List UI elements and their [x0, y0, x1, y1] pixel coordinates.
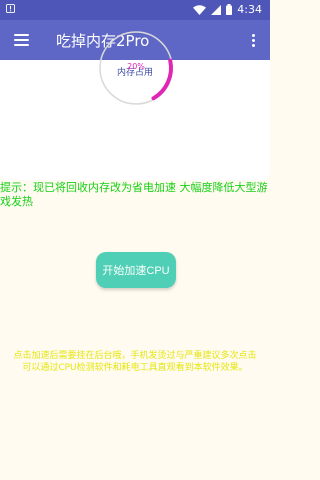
notice-line-1: 点击加速后需要挂在后台哦，手机发烫过与严重建议多次点击 [13, 351, 257, 361]
status-bar: 4:34 [0, 0, 270, 20]
memory-percent-label: 20% [127, 62, 145, 71]
notification-icons [5, 3, 15, 16]
notice-line-2: 可以通过CPU检测软件和耗电工具直观看到本软件效果。 [22, 363, 248, 373]
menu-icon[interactable] [10, 29, 32, 51]
more-options-icon[interactable] [246, 30, 260, 50]
notice-text: 点击加速后需要挂在后台哦，手机发烫过与严重建议多次点击 可以通过CPU检测软件和… [0, 350, 270, 374]
battery-icon [226, 4, 233, 15]
status-icons: 4:34 [193, 3, 262, 16]
signal-icon [211, 4, 222, 15]
wifi-icon [193, 4, 207, 15]
notification-warning-icon [5, 3, 15, 13]
start-accelerate-cpu-button[interactable]: 开始加速CPU [96, 252, 176, 288]
hint-text: 提示：现已将回收内存改为省电加速 大幅度降低大型游戏发热 [0, 181, 268, 208]
clock-time: 4:34 [237, 3, 262, 16]
